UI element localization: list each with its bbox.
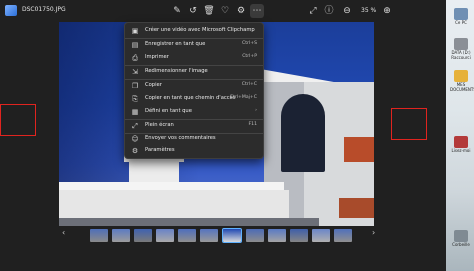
filmstrip-thumbnail[interactable] bbox=[334, 229, 352, 242]
menu-item-feedback[interactable]: ☺ Envoyer vos commentaires bbox=[125, 133, 263, 145]
chevron-right-icon: › bbox=[255, 108, 257, 113]
folder-icon bbox=[454, 70, 468, 82]
favorite-icon[interactable]: ♡ bbox=[218, 4, 232, 18]
filmstrip-thumbnail[interactable] bbox=[156, 229, 174, 242]
set-as-icon: ▦ bbox=[131, 108, 139, 116]
rotate-icon[interactable]: ↺ bbox=[186, 4, 200, 18]
title-bar: DSC01750.JPG ✎ ↺ 🗑 ♡ ⚙ ⋯ ⤢ ⓘ ⊖ 35 % ⊕ bbox=[0, 0, 446, 22]
menu-item-copy-path[interactable]: ⎘ Copier en tant que chemin d'accès Ctrl… bbox=[125, 93, 263, 105]
filmstrip-thumbnail[interactable] bbox=[246, 229, 264, 242]
wall-shadow bbox=[59, 218, 319, 226]
more-options-menu: ▣ Créer une vidéo avec Microsoft Clipcha… bbox=[124, 22, 264, 159]
desktop-icon-documents[interactable]: MES DOCUMENTS bbox=[450, 70, 474, 92]
menu-item-settings[interactable]: ⚙ Paramètres bbox=[125, 145, 263, 157]
clipchamp-icon: ▣ bbox=[131, 27, 139, 35]
zoom-out-icon[interactable]: ⊖ bbox=[340, 4, 354, 18]
desktop-icon-readme[interactable]: Lisez-moi bbox=[450, 136, 472, 153]
resize-icon: ⇲ bbox=[132, 68, 138, 76]
desktop-icon-recycle-bin[interactable]: Corbeille bbox=[450, 230, 472, 247]
copy-path-icon: ⎘ bbox=[132, 95, 138, 103]
previous-photo-area[interactable] bbox=[0, 104, 36, 136]
next-photo-area[interactable] bbox=[391, 108, 427, 140]
photos-app-icon bbox=[5, 5, 17, 16]
filmstrip-thumbnail-selected[interactable] bbox=[222, 228, 242, 243]
more-icon[interactable]: ⋯ bbox=[250, 4, 264, 18]
arched-window bbox=[281, 94, 325, 172]
filmstrip-thumbnail[interactable] bbox=[90, 229, 108, 242]
zoom-in-icon[interactable]: ⊕ bbox=[380, 4, 394, 18]
feedback-icon: ☺ bbox=[131, 135, 139, 143]
save-icon: ▤ bbox=[131, 41, 139, 49]
filmstrip-right-icon[interactable]: › bbox=[372, 228, 375, 237]
menu-item-set-as[interactable]: ▦ Défini en tant que › bbox=[125, 106, 263, 118]
recycle-bin-icon bbox=[454, 230, 468, 242]
desktop-icon-data-drive[interactable]: DATA (D:) Raccourci bbox=[450, 38, 472, 60]
photo-adjust-icon[interactable]: ⚙ bbox=[234, 4, 248, 18]
edit-icon[interactable]: ✎ bbox=[170, 4, 184, 18]
delete-icon[interactable]: 🗑 bbox=[202, 4, 216, 18]
fullscreen-icon[interactable]: ⤢ bbox=[306, 4, 320, 18]
settings-icon: ⚙ bbox=[131, 147, 139, 155]
roof-tiles bbox=[344, 137, 374, 162]
filmstrip-thumbnail[interactable] bbox=[290, 229, 308, 242]
filmstrip-thumbnail[interactable] bbox=[112, 229, 130, 242]
desktop-icon-this-pc[interactable]: Ce PC bbox=[450, 8, 472, 25]
copy-icon: ❐ bbox=[131, 82, 139, 90]
filmstrip-thumbnail[interactable] bbox=[312, 229, 330, 242]
document-icon bbox=[454, 136, 468, 148]
filmstrip bbox=[70, 226, 370, 248]
menu-item-clipchamp[interactable]: ▣ Créer une vidéo avec Microsoft Clipcha… bbox=[125, 25, 263, 37]
menu-item-save-as[interactable]: ▤ Enregistrer en tant que Ctrl+S bbox=[125, 39, 263, 51]
filmstrip-thumbnail[interactable] bbox=[268, 229, 286, 242]
desktop-background: Ce PC DATA (D:) Raccourci MES DOCUMENTS … bbox=[446, 0, 474, 271]
filmstrip-thumbnail[interactable] bbox=[178, 229, 196, 242]
info-icon[interactable]: ⓘ bbox=[322, 4, 336, 18]
print-icon: ⎙ bbox=[132, 54, 138, 62]
roof-tiles-lower bbox=[339, 198, 374, 218]
filmstrip-left-icon[interactable]: ‹ bbox=[62, 228, 65, 237]
menu-item-copy[interactable]: ❐ Copier Ctrl+C bbox=[125, 80, 263, 92]
file-name: DSC01750.JPG bbox=[22, 6, 66, 13]
filmstrip-thumbnail[interactable] bbox=[200, 229, 218, 242]
fullscreen-icon: ⤢ bbox=[132, 122, 138, 130]
menu-item-fullscreen[interactable]: ⤢ Plein écran F11 bbox=[125, 120, 263, 132]
zoom-level: 35 % bbox=[361, 7, 377, 14]
menu-item-print[interactable]: ⎙ Imprimer Ctrl+P bbox=[125, 52, 263, 64]
filmstrip-thumbnail[interactable] bbox=[134, 229, 152, 242]
computer-icon bbox=[454, 8, 468, 20]
bottom-bar bbox=[0, 254, 446, 271]
menu-item-resize[interactable]: ⇲ Redimensionner l'image bbox=[125, 66, 263, 78]
drive-icon bbox=[454, 38, 468, 50]
